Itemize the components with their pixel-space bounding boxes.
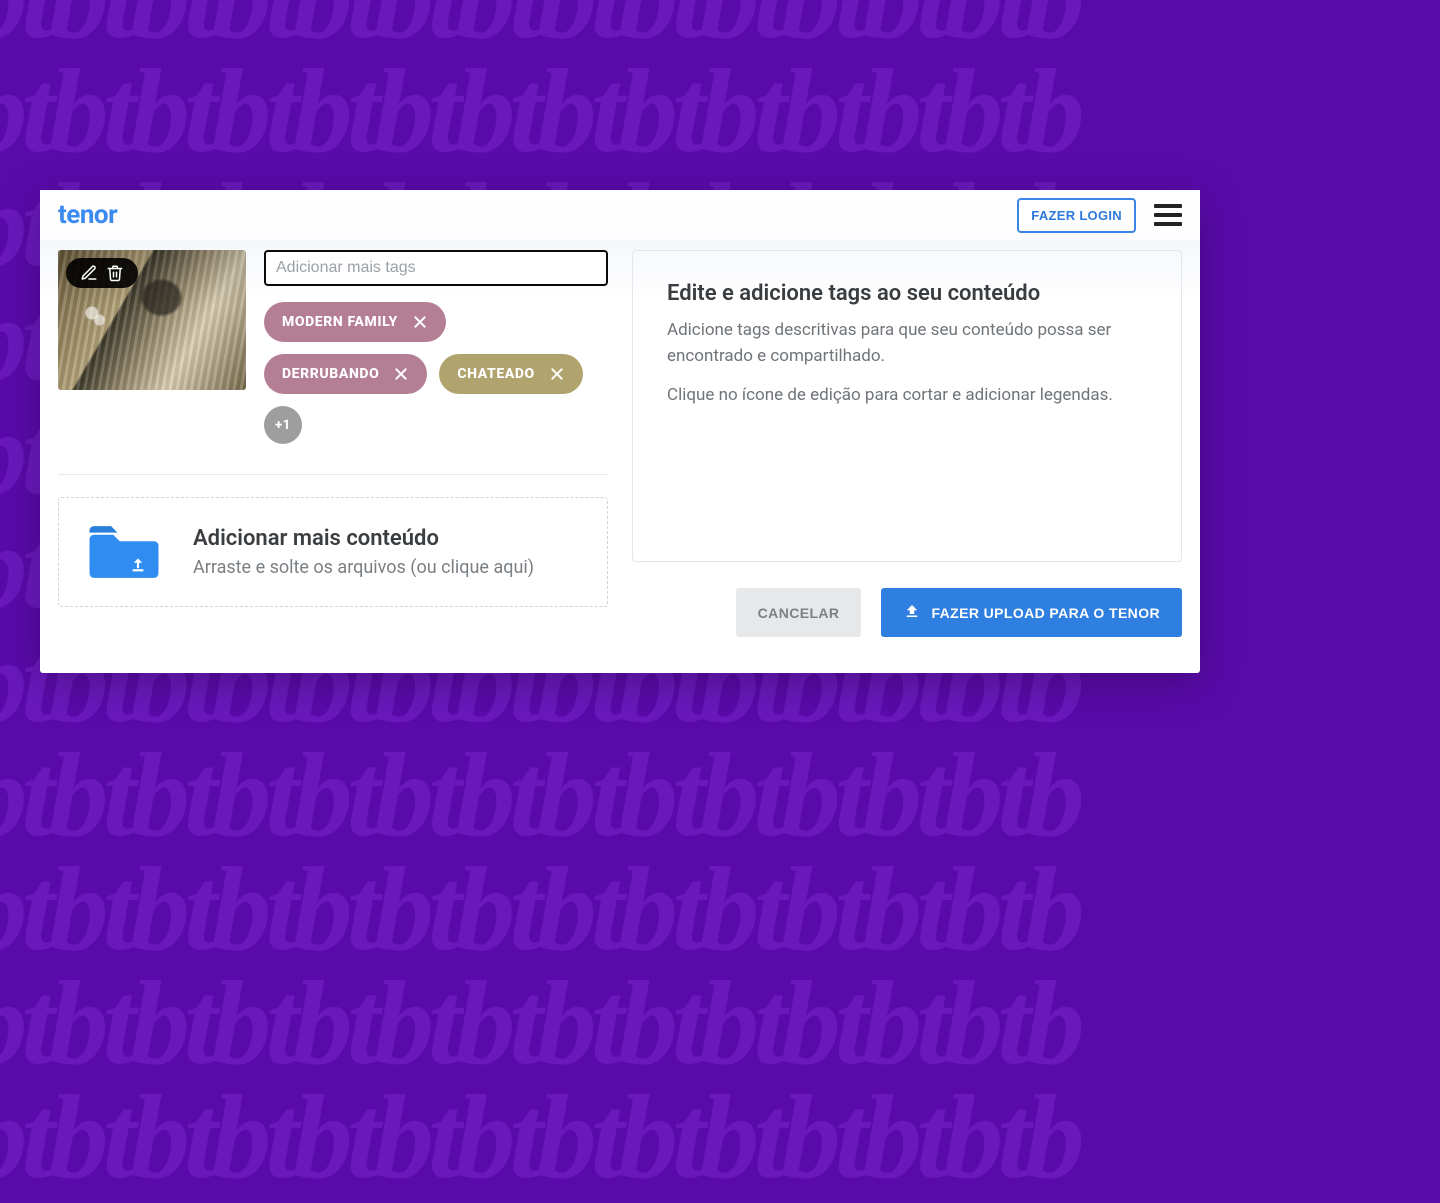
footer-buttons: CANCELAR FAZER UPLOAD PARA O TENOR	[632, 588, 1182, 637]
info-panel: Edite e adicione tags ao seu conteúdo Ad…	[632, 250, 1182, 562]
thumbnail-action-bar	[66, 258, 138, 288]
tag-input[interactable]	[264, 250, 608, 286]
login-button[interactable]: FAZER LOGIN	[1017, 198, 1136, 233]
dropzone-title: Adicionar mais conteúdo	[193, 526, 534, 551]
tag-pill: DERRUBANDO	[264, 354, 427, 394]
info-paragraph: Adicione tags descritivas para que seu c…	[667, 318, 1147, 369]
divider	[58, 474, 608, 475]
upload-icon	[903, 602, 921, 623]
upload-button-label: FAZER UPLOAD PARA O TENOR	[931, 605, 1160, 621]
dropzone-subtitle: Arraste e solte os arquivos (ou clique a…	[193, 557, 534, 578]
trash-icon[interactable]	[102, 264, 128, 282]
upload-button[interactable]: FAZER UPLOAD PARA O TENOR	[881, 588, 1182, 637]
cancel-button[interactable]: CANCELAR	[736, 588, 862, 637]
brand-logo: tenor	[58, 200, 117, 230]
edit-icon[interactable]	[76, 264, 102, 282]
main-card: tenor FAZER LOGIN	[40, 190, 1200, 673]
info-paragraph: Clique no ícone de edição para cortar e …	[667, 383, 1147, 409]
tag-overflow-badge[interactable]: +1	[264, 406, 302, 444]
header-right: FAZER LOGIN	[1017, 198, 1182, 233]
remove-tag-icon[interactable]	[408, 310, 432, 334]
add-content-dropzone[interactable]: Adicionar mais conteúdo Arraste e solte …	[58, 497, 608, 607]
tag-pill: CHATEADO	[439, 354, 582, 394]
remove-tag-icon[interactable]	[545, 362, 569, 386]
tag-label: CHATEADO	[457, 366, 534, 382]
tag-label: DERRUBANDO	[282, 366, 379, 382]
hamburger-menu-icon[interactable]	[1154, 204, 1182, 226]
folder-upload-icon	[89, 524, 159, 580]
upload-thumbnail[interactable]	[58, 250, 246, 390]
tag-pill: MODERN FAMILY	[264, 302, 446, 342]
remove-tag-icon[interactable]	[389, 362, 413, 386]
tag-list: MODERN FAMILY DERRUBANDO	[264, 302, 608, 444]
info-title: Edite e adicione tags ao seu conteúdo	[667, 281, 1147, 306]
header: tenor FAZER LOGIN	[40, 190, 1200, 240]
tag-label: MODERN FAMILY	[282, 314, 398, 330]
